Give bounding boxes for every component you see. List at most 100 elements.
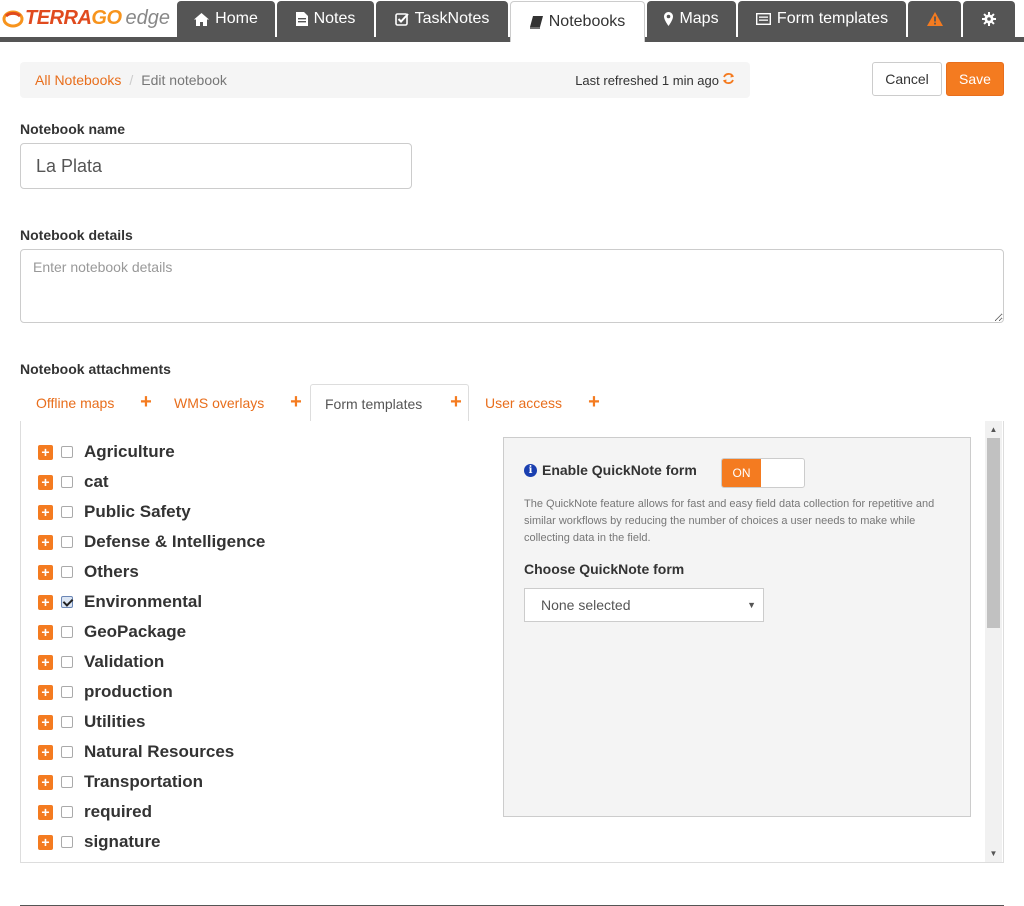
map-marker-icon (664, 12, 674, 26)
template-checkbox[interactable] (61, 626, 73, 638)
terrago-edge-logo[interactable]: TERRA GO edge (0, 0, 174, 36)
notebook-details-textarea[interactable] (20, 249, 1004, 323)
quicknote-title: i Enable QuickNote form (524, 462, 697, 478)
template-tree-row: + Utilities (38, 707, 498, 737)
template-tree-row: + Public Safety (38, 497, 498, 527)
quicknote-description: The QuickNote feature allows for fast an… (524, 498, 935, 544)
template-checkbox[interactable] (61, 476, 73, 488)
nav-tab-label: Notes (313, 10, 356, 27)
breadcrumb-all-notebooks-link[interactable]: All Notebooks (35, 72, 121, 88)
scroll-up-arrow-icon[interactable]: ▲ (985, 421, 1002, 438)
template-checkbox[interactable] (61, 746, 73, 758)
template-checkbox[interactable] (61, 536, 73, 548)
template-checkbox[interactable] (61, 566, 73, 578)
nav-tab-notebooks[interactable]: Notebooks (510, 1, 645, 42)
template-tree-row: + Defense & Intelligence (38, 527, 498, 557)
template-label: production (84, 682, 173, 701)
notebook-name-input[interactable] (20, 143, 412, 189)
nav-tab-label: Maps (679, 10, 719, 27)
choose-quicknote-label: Choose QuickNote form (524, 561, 685, 577)
template-tree-row: + Agriculture (38, 437, 498, 467)
expand-plus-icon[interactable]: + (38, 744, 53, 760)
tab-offline-maps[interactable]: Offline maps (36, 384, 114, 422)
template-label: Utilities (84, 712, 146, 731)
breadcrumb-separator: / (129, 72, 134, 88)
expand-plus-icon[interactable]: + (38, 804, 53, 820)
nav-tab-tasknotes[interactable]: TaskNotes (376, 1, 508, 37)
book-icon (529, 15, 543, 29)
warning-icon (926, 12, 943, 26)
save-button[interactable]: Save (946, 62, 1004, 96)
template-checkbox[interactable] (61, 656, 73, 668)
template-checkbox[interactable] (61, 836, 73, 848)
nav-tab-settings[interactable] (963, 1, 1015, 37)
quicknote-form-select-value: None selected (541, 597, 631, 613)
quicknote-toggle-on: ON (722, 459, 761, 487)
caret-down-icon: ▼ (747, 600, 756, 610)
template-checkbox[interactable] (61, 776, 73, 788)
expand-plus-icon[interactable]: + (38, 534, 53, 550)
expand-plus-icon[interactable]: + (38, 564, 53, 580)
template-tree-row: + Natural Resources (38, 737, 498, 767)
expand-plus-icon[interactable]: + (38, 834, 53, 850)
expand-plus-icon[interactable]: + (38, 504, 53, 520)
expand-plus-icon[interactable]: + (38, 654, 53, 670)
refresh-icon[interactable] (722, 72, 735, 88)
expand-plus-icon[interactable]: + (38, 684, 53, 700)
nav-tab-label: Home (215, 10, 258, 27)
breadcrumb-current: Edit notebook (141, 72, 227, 88)
template-checkbox[interactable] (61, 806, 73, 818)
template-checkbox[interactable] (61, 686, 73, 698)
template-checkbox[interactable] (61, 446, 73, 458)
template-label: Validation (84, 652, 165, 671)
tab-wms-overlays[interactable]: WMS overlays (174, 384, 264, 422)
quicknote-toggle[interactable]: ON (721, 458, 805, 488)
tab-form-templates[interactable]: Form templates (310, 384, 469, 423)
expand-plus-icon[interactable]: + (38, 474, 53, 490)
tab-user-access[interactable]: User access (485, 384, 562, 422)
template-label: required (84, 802, 153, 821)
nav-tab-alerts[interactable] (908, 1, 961, 37)
template-label: Agriculture (84, 442, 175, 461)
notebook-attachments-label: Notebook attachments (20, 361, 171, 377)
home-icon (194, 12, 210, 26)
quicknote-form-select[interactable]: None selected ▼ (524, 588, 764, 622)
panel-scrollbar[interactable]: ▲ ▼ (985, 421, 1002, 862)
notebook-details-label: Notebook details (20, 227, 133, 243)
nav-tab-form-templates[interactable]: Form templates (738, 1, 906, 37)
template-checkbox[interactable] (61, 716, 73, 728)
gear-icon (982, 12, 996, 26)
add-form-template-plus-icon[interactable]: + (447, 392, 465, 412)
add-user-access-plus-icon[interactable]: + (585, 392, 603, 412)
template-label: Environmental (84, 592, 203, 611)
template-checkbox[interactable] (61, 596, 73, 608)
expand-plus-icon[interactable]: + (38, 714, 53, 730)
add-wms-overlay-plus-icon[interactable]: + (287, 392, 305, 412)
expand-plus-icon[interactable]: + (38, 594, 53, 610)
template-label: Defense & Intelligence (84, 532, 266, 551)
logo-text-edge: edge (125, 6, 171, 29)
template-label: Others (84, 562, 139, 581)
scroll-down-arrow-icon[interactable]: ▼ (985, 845, 1002, 862)
add-offline-map-plus-icon[interactable]: + (137, 392, 155, 412)
checkbox-icon (394, 12, 409, 26)
scroll-thumb[interactable] (987, 438, 1000, 628)
expand-plus-icon[interactable]: + (38, 774, 53, 790)
nav-tab-home[interactable]: Home (177, 1, 275, 37)
expand-plus-icon[interactable]: + (38, 624, 53, 640)
template-label: cat (84, 472, 109, 491)
nav-tab-maps[interactable]: Maps (647, 1, 736, 37)
template-checkbox[interactable] (61, 506, 73, 518)
quicknote-title-text: Enable QuickNote form (542, 462, 697, 478)
cancel-button[interactable]: Cancel (872, 62, 942, 96)
attachment-tabs: Offline maps + WMS overlays + Form templ… (20, 384, 1004, 423)
template-tree-row: + required (38, 797, 498, 827)
top-navigation: TERRA GO edge Home Notes TaskNotes Noteb… (0, 0, 1024, 42)
template-tree-row: + cat (38, 467, 498, 497)
last-refreshed-text: Last refreshed 1 min ago (575, 72, 719, 88)
template-tree-row: + signature (38, 827, 498, 857)
notebook-name-label: Notebook name (20, 121, 126, 137)
form-templates-panel: + Agriculture + cat + Public Safety + Defense &… (20, 421, 1004, 863)
expand-plus-icon[interactable]: + (38, 444, 53, 460)
nav-tab-notes[interactable]: Notes (277, 1, 374, 37)
